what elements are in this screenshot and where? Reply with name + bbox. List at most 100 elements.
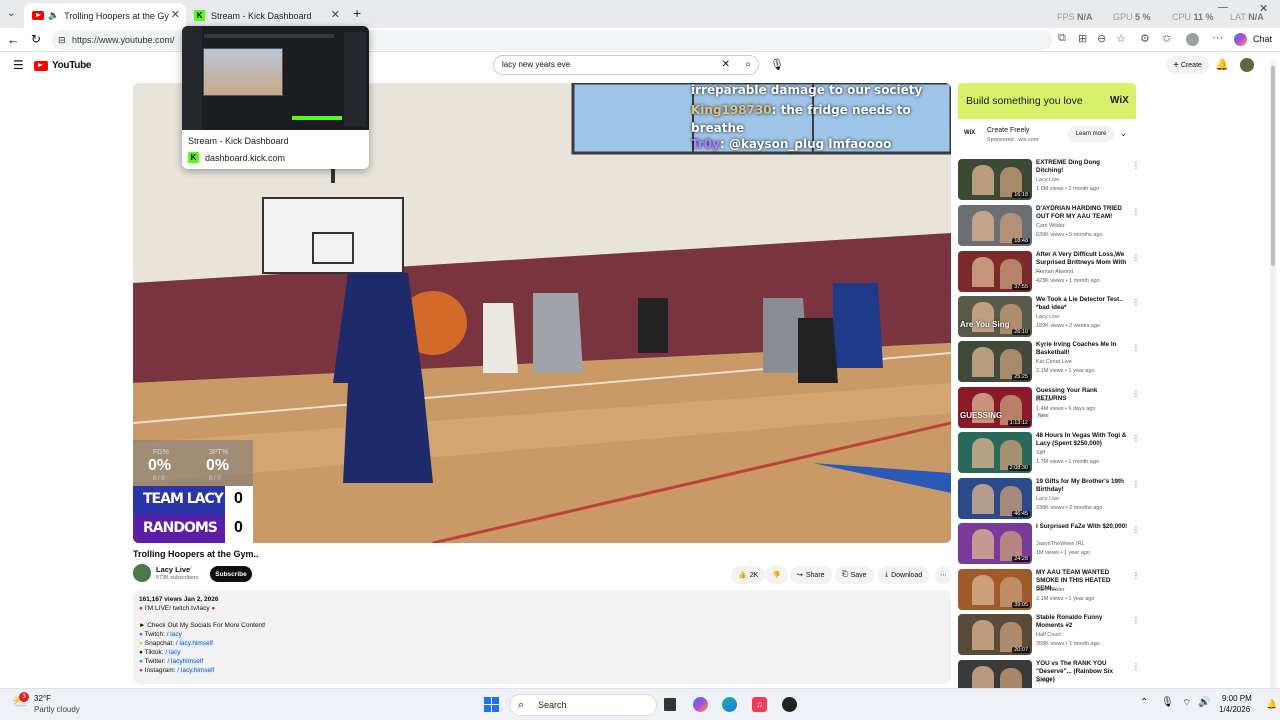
like-button[interactable]: 👍 2K (731, 566, 766, 584)
hamburger-menu-icon[interactable]: ☰ (13, 58, 24, 72)
more-vertical-icon[interactable]: ⋮ (1132, 480, 1140, 489)
create-button[interactable]: + Create (1166, 56, 1209, 74)
recommended-video[interactable]: 16:18 EXTREME Ding Dong Ditching! Lacy Liv… (958, 159, 1140, 201)
video-thumbnail[interactable]: 2:08:30 (958, 432, 1032, 473)
recommended-video[interactable]: 46:45 19 Gifts for My Brother's 19th Birt… (958, 478, 1140, 520)
back-icon[interactable]: ← (7, 32, 20, 47)
video-title[interactable]: 48 Hours In Vegas With Togi & Lacy (Spen… (1036, 432, 1128, 448)
task-view-icon[interactable] (664, 698, 676, 711)
taskbar-search[interactable]: ⌕ Search (509, 694, 657, 716)
show-hidden-icons[interactable]: ⌃ (1140, 697, 1148, 708)
start-windows-icon[interactable] (484, 697, 499, 712)
clock-date[interactable]: 1/4/2026 (1219, 705, 1250, 714)
more-actions-button[interactable]: ⋯ (935, 566, 952, 584)
more-vertical-icon[interactable]: ⋮ (1132, 298, 1140, 307)
profile-avatar[interactable] (1186, 33, 1199, 46)
channel-avatar[interactable] (133, 564, 151, 582)
close-tab-icon[interactable]: ✕ (171, 8, 180, 21)
channel-name[interactable]: Roman Atwood (1036, 269, 1073, 275)
search-icon[interactable]: ⌕ (745, 56, 751, 74)
more-vertical-icon[interactable]: ⋮ (1132, 253, 1140, 262)
extensions-icon[interactable]: ⧉ (1058, 32, 1066, 45)
channel-name[interactable]: Jynxzi (1036, 397, 1051, 403)
channel-name[interactable]: Lacy Live (1036, 177, 1059, 183)
video-thumbnail[interactable]: 18:48 (958, 205, 1032, 246)
apps-icon[interactable]: ⊞ (1078, 32, 1087, 45)
more-vertical-icon[interactable]: ⋮ (1132, 207, 1140, 216)
video-title[interactable]: I Surprised FaZe With $20,000! (1036, 523, 1128, 531)
close-tab-icon[interactable]: ✕ (331, 8, 340, 21)
channel-name[interactable]: Kai Cenat Live (1036, 359, 1072, 365)
channel-name[interactable]: Lacy Live (1036, 314, 1059, 320)
video-thumbnail[interactable]: 37:55 (958, 251, 1032, 292)
social-link[interactable]: / lacy.himself (177, 667, 215, 674)
social-link[interactable]: / lacyhimself (167, 658, 204, 665)
extension-puzzle-icon[interactable]: ⚙ (1140, 32, 1150, 45)
video-title[interactable]: We Took a Lie Detector Test.. *bad idea* (1036, 296, 1128, 312)
refresh-icon[interactable]: ↻ (31, 32, 41, 46)
video-thumbnail[interactable]: 39:05 (958, 569, 1032, 610)
music-app-icon[interactable]: ♫ (752, 697, 767, 712)
notifications-bell-icon[interactable]: 🔔 (1215, 58, 1229, 71)
zoom-icon[interactable]: ⊖ (1097, 32, 1106, 45)
copilot-icon[interactable] (1234, 33, 1247, 46)
ad-banner[interactable]: Build something you love WiX (958, 83, 1136, 119)
recommended-video[interactable]: 24:28 I Surprised FaZe With $20,000! Jason… (958, 523, 1140, 565)
social-link[interactable]: / lacy.himself (175, 640, 213, 647)
channel-name[interactable]: Half Court (1036, 632, 1061, 638)
channel-name[interactable]: Cam Wilder (1036, 587, 1065, 593)
speaker-icon[interactable]: 🔈 (48, 10, 59, 21)
video-thumbnail[interactable]: GUESSING 1:13:12 (958, 387, 1032, 428)
recommended-video[interactable]: 20:07 Stable Ronaldo Funny Moments #2 Half… (958, 614, 1140, 656)
download-button[interactable]: ⤓ Download (878, 566, 930, 584)
favorites-icon[interactable]: ✩ (1162, 32, 1171, 45)
description-box[interactable]: 161,167 views Jan 2, 2026 ● I'M LIVE! tw… (133, 590, 951, 684)
more-vertical-icon[interactable]: ⋮ (1132, 389, 1140, 398)
video-thumbnail[interactable]: 46:45 (958, 478, 1032, 519)
channel-name[interactable]: JasonTheWeen IRL (1036, 541, 1085, 547)
social-link[interactable]: / lacy (165, 649, 181, 656)
recommended-video[interactable]: 37:55 After A Very Difficult Loss,We Surp… (958, 251, 1140, 293)
favorite-star-icon[interactable]: ☆ (1116, 32, 1126, 45)
more-vertical-icon[interactable]: ⋮ (1132, 662, 1140, 671)
social-link[interactable]: / lacy (166, 631, 182, 638)
video-title[interactable]: Stable Ronaldo Funny Moments #2 (1036, 614, 1128, 630)
learn-more-button[interactable]: Learn more (1068, 126, 1114, 142)
channel-name[interactable]: Lacy Live (156, 565, 190, 574)
recommended-video[interactable]: 25:25 Kyrie Irving Coaches Me In Basketba… (958, 341, 1140, 383)
new-tab-button[interactable]: + (353, 5, 361, 21)
minimize-button[interactable]: — (1218, 2, 1228, 13)
save-button[interactable]: ⎗ Save (835, 566, 874, 584)
volume-icon[interactable]: 🔊 (1198, 697, 1210, 708)
app-icon[interactable] (782, 697, 797, 712)
notification-center-icon[interactable]: 🔔 (1266, 699, 1277, 710)
more-vertical-icon[interactable]: ⋮ (1132, 616, 1140, 625)
recommended-video[interactable]: 2:08:30 48 Hours In Vegas With Togi & Lac… (958, 432, 1140, 474)
channel-name[interactable]: Jynxzi (1036, 678, 1051, 684)
recommended-video[interactable]: Are You Sing 26:10 We Took a Lie Detector … (958, 296, 1140, 338)
sponsored-ad[interactable]: Build something you love WiX WiX Create … (958, 83, 1136, 150)
microphone-icon[interactable]: 🎙 (1161, 697, 1174, 708)
video-thumbnail[interactable]: 16:18 (958, 159, 1032, 200)
video-title[interactable]: Kyrie Irving Coaches Me In Basketball! (1036, 341, 1128, 357)
more-menu-icon[interactable]: ⋯ (1212, 31, 1223, 44)
wifi-icon[interactable]: ⌔ (1182, 697, 1191, 710)
channel-name[interactable]: Sjiff (1036, 450, 1045, 456)
more-vertical-icon[interactable]: ⋮ (1132, 434, 1140, 443)
video-thumbnail[interactable]: 24:28 (958, 523, 1032, 564)
more-vertical-icon[interactable]: ⋮ (1132, 343, 1140, 352)
video-thumbnail[interactable]: 20:07 (958, 614, 1032, 655)
video-title[interactable]: EXTREME Ding Dong Ditching! (1036, 159, 1128, 175)
youtube-logo[interactable]: YouTube (34, 60, 92, 71)
tab-kick-dashboard[interactable]: K Stream - Kick Dashboard ✕ (186, 3, 346, 28)
more-vertical-icon[interactable]: ⋮ (1132, 571, 1140, 580)
video-title[interactable]: D'AYDRIAN HARDING TRIED OUT FOR MY AAU T… (1036, 205, 1128, 221)
channel-name[interactable]: Cam Wilder (1036, 223, 1065, 229)
video-title[interactable]: 19 Gifts for My Brother's 19th Birthday! (1036, 478, 1128, 494)
chevron-down-icon[interactable]: ⌄ (1120, 129, 1127, 138)
tab-youtube[interactable]: 🔈 Trolling Hoopers at the Gym.. ✕ (24, 3, 186, 28)
share-button[interactable]: ↪ Share (790, 566, 832, 584)
recommended-video[interactable]: 18:48 D'AYDRIAN HARDING TRIED OUT FOR MY … (958, 205, 1140, 247)
account-avatar[interactable] (1240, 58, 1254, 72)
clock-time[interactable]: 9:00 PM (1222, 694, 1252, 703)
